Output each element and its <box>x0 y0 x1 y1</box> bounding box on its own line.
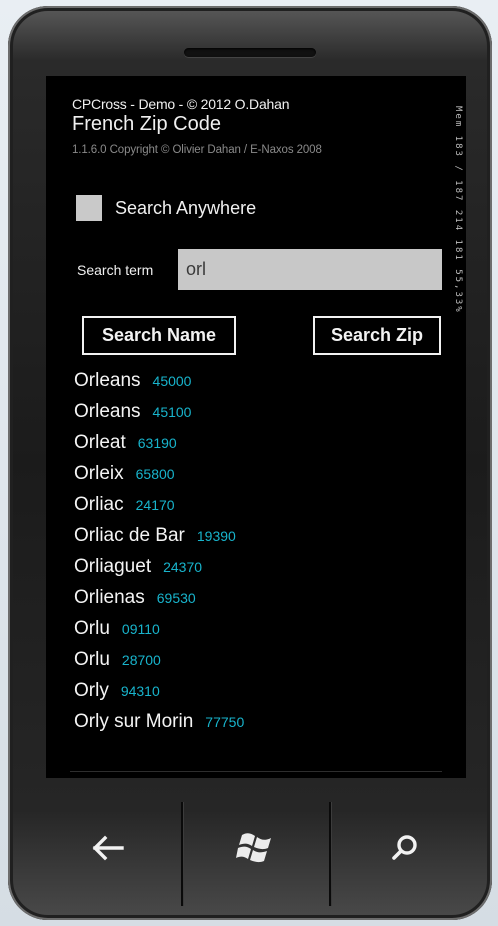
list-item[interactable]: Orlienas 69530 <box>74 587 434 618</box>
city-name: Orliac <box>74 494 124 515</box>
city-name: Orleix <box>74 463 124 484</box>
zip-code: 45100 <box>152 404 192 420</box>
zip-code: 77750 <box>205 714 245 730</box>
app-header: CPCross - Demo - © 2012 O.Dahan French Z… <box>72 96 322 157</box>
search-name-button[interactable]: Search Name <box>82 316 236 355</box>
back-arrow-icon <box>92 835 124 861</box>
search-zip-button[interactable]: Search Zip <box>313 316 441 355</box>
city-name: Orleans <box>74 370 141 391</box>
search-anywhere-checkbox[interactable] <box>76 195 102 221</box>
city-name: Orlu <box>74 649 110 670</box>
zip-code: 24370 <box>163 559 203 575</box>
phone-device: CPCross - Demo - © 2012 O.Dahan French Z… <box>8 6 492 920</box>
page-title: French Zip Code <box>72 113 221 135</box>
city-name: Orlienas <box>74 587 145 608</box>
search-term-input[interactable] <box>178 249 442 290</box>
zip-code: 69530 <box>156 590 196 606</box>
zip-code: 94310 <box>120 683 160 699</box>
zip-code: 65800 <box>135 466 175 482</box>
city-name: Orleat <box>74 432 126 453</box>
search-button[interactable] <box>373 816 437 880</box>
zip-code: 09110 <box>121 621 160 637</box>
app-title: CPCross - Demo - © 2012 O.Dahan <box>72 96 290 112</box>
results-list: Orleans 45000 Orleans 45100 Orleat 63190 Or… <box>74 370 434 742</box>
city-name: Orlu <box>74 618 110 639</box>
zip-code: 19390 <box>196 528 236 544</box>
city-name: Orliaguet <box>74 556 152 577</box>
list-item[interactable]: Orliac 24170 <box>74 494 434 525</box>
list-item[interactable]: Orly 94310 <box>74 680 434 711</box>
search-anywhere-label: Search Anywhere <box>115 197 257 218</box>
city-name: Orliac de Bar <box>74 525 185 546</box>
nav-divider <box>181 802 183 906</box>
nav-divider <box>329 802 331 906</box>
list-item[interactable]: Orliac de Bar 19390 <box>74 525 434 556</box>
list-item[interactable]: Orlu 28700 <box>74 649 434 680</box>
list-item[interactable]: Orleat 63190 <box>74 432 434 463</box>
list-item[interactable]: Orly sur Morin 77750 <box>74 711 434 742</box>
search-icon <box>392 835 417 860</box>
zip-code: 28700 <box>121 652 161 668</box>
back-button[interactable] <box>76 816 140 880</box>
zip-code: 45000 <box>152 373 192 389</box>
hardware-nav-bar <box>36 798 476 906</box>
list-item[interactable]: Orlu 09110 <box>74 618 434 649</box>
search-term-label: Search term <box>77 262 154 278</box>
city-name: Orleans <box>74 401 141 422</box>
phone-screen: CPCross - Demo - © 2012 O.Dahan French Z… <box>46 76 466 778</box>
search-anywhere-option[interactable]: Search Anywhere <box>76 195 256 221</box>
city-name: Orly <box>74 680 109 701</box>
list-item[interactable]: Orleix 65800 <box>74 463 434 494</box>
zip-code: 24170 <box>135 497 175 513</box>
list-item[interactable]: Orleans 45100 <box>74 401 434 432</box>
memory-counter-tray: Mem 183 / 187 214 181 55,33% <box>453 106 463 314</box>
start-button[interactable] <box>225 816 289 880</box>
list-item[interactable]: Orliaguet 24370 <box>74 556 434 587</box>
list-item[interactable]: Orleans 45000 <box>74 370 434 401</box>
zip-code: 63190 <box>137 435 177 451</box>
windows-logo-icon <box>236 833 271 863</box>
earpiece-speaker <box>184 48 316 57</box>
copyright-text: 1.1.6.0 Copyright © Olivier Dahan / E-Na… <box>72 144 322 156</box>
city-name: Orly sur Morin <box>74 711 194 732</box>
screen-divider <box>70 771 442 772</box>
